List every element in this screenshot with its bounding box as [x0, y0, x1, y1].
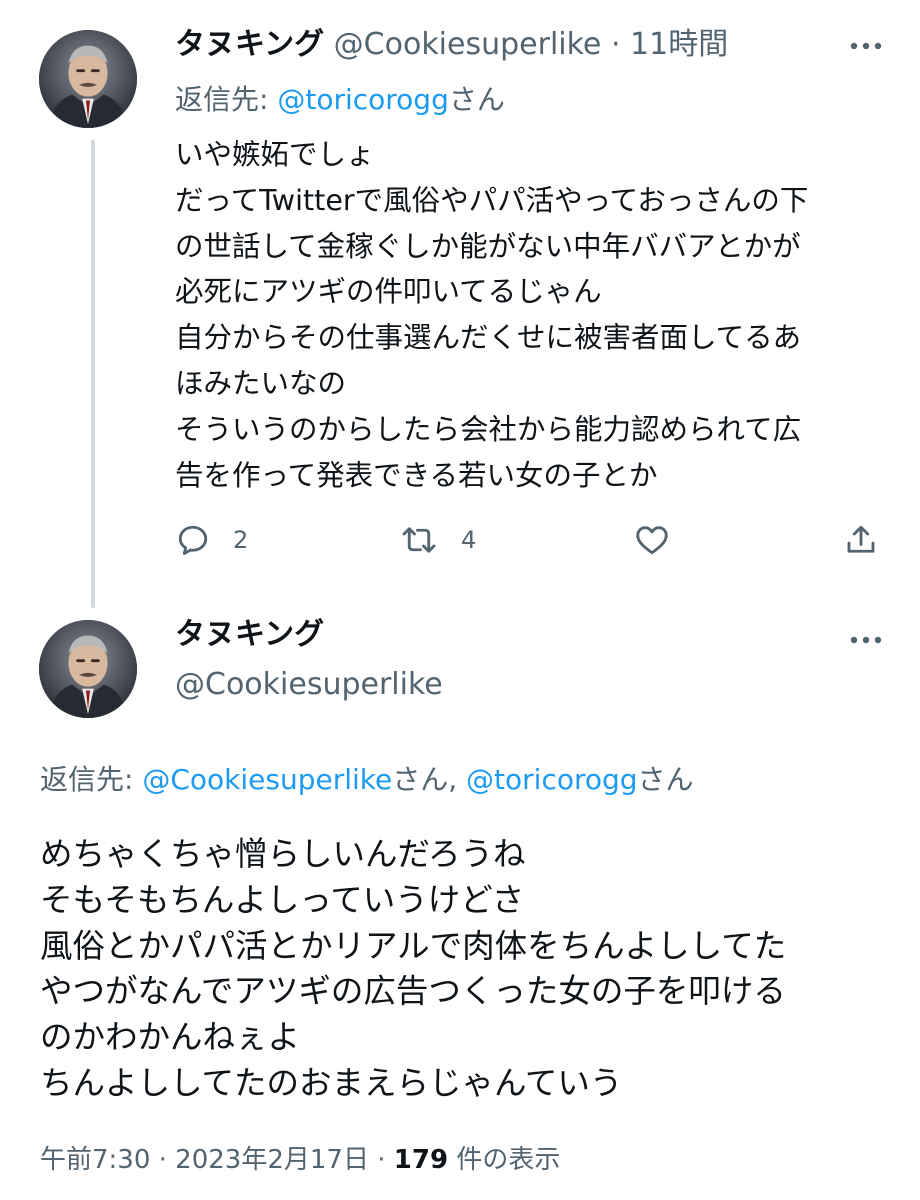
tweet-text-line: 必死にアツギの件叩いてるじゃん — [175, 275, 602, 309]
reply-to-mention[interactable]: @toricorogg — [277, 83, 449, 116]
tweet-text-line: のかわかんねぇよ — [40, 1018, 301, 1057]
retweet-count: 4 — [461, 526, 477, 554]
more-dots-icon — [850, 42, 882, 50]
tweet-text-line: めちゃくちゃ憎らしいんだろうね — [40, 835, 526, 873]
reply-context: 返信先: @toricoroggさん — [175, 80, 505, 120]
tweet-text: めちゃくちゃ憎らしいんだろうね そもそもちんよしっていうけどさ 風俗とかパパ活と… — [40, 832, 900, 1107]
tweet-text-line: いや嫉妬でしょ — [175, 138, 375, 171]
tweet-text-line: 自分からその仕事選んだくせに被害者面してるあ — [175, 321, 802, 355]
tweet-header: タヌキング — [175, 614, 324, 660]
share-icon — [847, 525, 875, 553]
more-options-button[interactable] — [846, 630, 886, 650]
thread-connector-line — [91, 140, 95, 608]
reply-prefix: 返信先: — [40, 763, 143, 796]
tweet-text-line: 風俗とかパパ活とかリアルで肉体をちんよししてた — [40, 926, 787, 965]
tweet-text-line: の世話して金稼ぐしか能がない中年ババアとかが — [175, 229, 801, 263]
avatar[interactable] — [39, 620, 137, 718]
share-button[interactable] — [843, 518, 879, 562]
tweet-text-line: やつがなんでアツギの広告つくった女の子を叩ける — [40, 972, 786, 1011]
tweet-text: いや嫉妬でしょ だってTwitterで風俗やパパ活やっておっさんの下 の世話して… — [175, 132, 895, 498]
retweet-icon — [402, 527, 436, 553]
reply-separator: さん, — [392, 763, 467, 796]
tweet-text-line: ほみたいなの — [175, 366, 347, 400]
reply-to-mention[interactable]: @Cookiesuperlike — [142, 763, 392, 796]
reply-suffix: さん — [637, 763, 694, 796]
reply-to-mention[interactable]: @toricorogg — [466, 763, 638, 796]
avatar-image — [39, 30, 137, 128]
handle[interactable]: @Cookiesuperlike — [334, 27, 602, 62]
tweet-text-line: だってTwitterで風俗やパパ活やっておっさんの下 — [175, 183, 809, 217]
retweet-button[interactable]: 4 — [399, 518, 476, 562]
reply-icon — [178, 525, 208, 555]
display-name[interactable]: タヌキング — [175, 27, 324, 62]
reply-button[interactable]: 2 — [175, 518, 248, 562]
reply-prefix: 返信先: — [175, 83, 278, 116]
tweet-metadata: 午前7:30 · 2023年2月17日 · 179 件の表示 — [40, 1140, 560, 1180]
tweet-text-line: そもそもちんよしっていうけどさ — [40, 880, 525, 919]
tweet-text-line: そういうのからしたら会社から能力認められて広 — [175, 412, 802, 446]
like-button[interactable] — [633, 518, 671, 562]
tweet-text-line: 告を作って発表できる若い女の子とか — [175, 458, 658, 492]
heart-icon — [636, 526, 668, 555]
more-dots-icon — [850, 636, 882, 644]
reply-suffix: さん — [448, 83, 505, 116]
avatar-image — [39, 620, 137, 718]
time-ago[interactable]: 11時間 — [630, 27, 728, 62]
timestamp[interactable]: 午前7:30 · 2023年2月17日 · — [40, 1145, 394, 1175]
tweet-header: タヌキング @Cookiesuperlike · 11時間 — [175, 24, 728, 66]
more-options-button[interactable] — [846, 36, 886, 56]
avatar[interactable] — [39, 30, 137, 128]
handle[interactable]: @Cookiesuperlike — [175, 664, 443, 706]
reply-context: 返信先: @Cookiesuperlikeさん, @toricoroggさん — [40, 758, 694, 802]
display-name[interactable]: タヌキング — [175, 617, 324, 652]
reply-count: 2 — [233, 526, 249, 554]
separator-dot: · — [610, 27, 621, 62]
view-count[interactable]: 179 — [394, 1145, 448, 1175]
tweet-text-line: ちんよししてたのおまえらじゃんていう — [40, 1063, 623, 1102]
view-label: 件の表示 — [448, 1145, 561, 1175]
tweet-actions: 2 4 — [175, 518, 885, 562]
